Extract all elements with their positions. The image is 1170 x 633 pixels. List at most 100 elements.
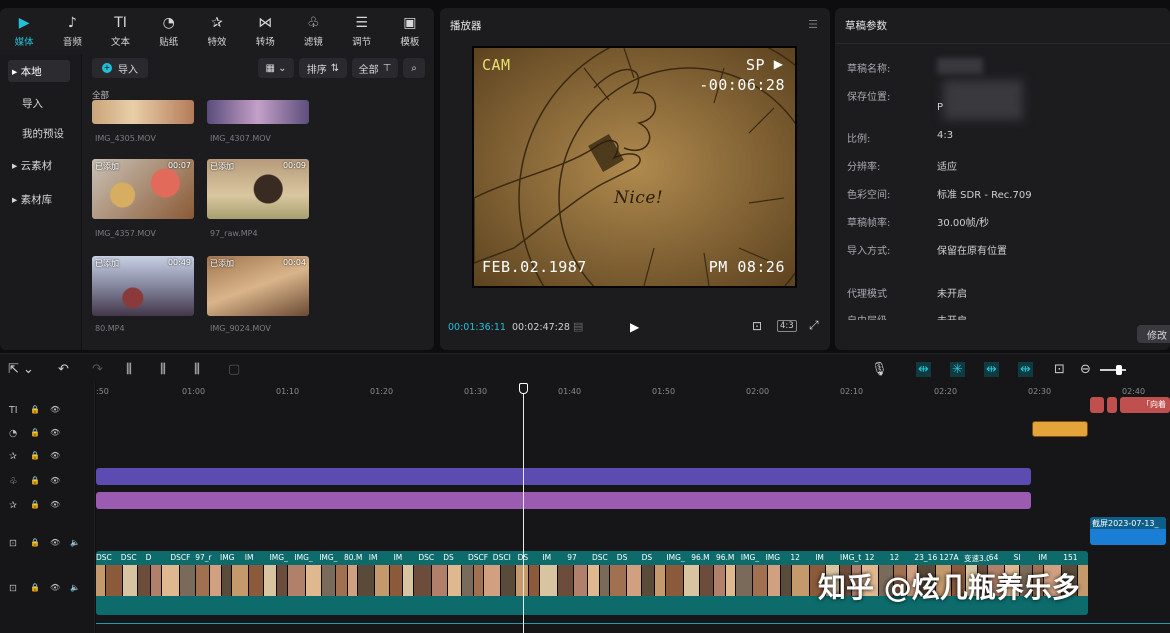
lock-icon[interactable]: 🔒 [30,451,40,460]
trim-left-icon[interactable]: ⫼ [160,362,166,377]
tab-media[interactable]: ▶ 媒体 [0,8,48,54]
tab-adjust[interactable]: ☰ 调节 [338,8,386,54]
text-clip[interactable] [1107,397,1117,413]
tab-template[interactable]: ▣ 模板 [386,8,434,54]
track-headers: TI 🔒 👁 ◔ 🔒 👁 ✰ 🔒 👁 ♧ 🔒 👁 ✰ 🔒 👁 ⊡ 🔒 👁 🔈 ⊡ 🔒 👁 🔈 [0,383,95,633]
sidebar-item-presets[interactable]: 我的预设 [8,122,70,144]
timeline-ruler[interactable]: :50 01:00 01:10 01:20 01:30 01:40 01:50 02:00 02… [96,383,1170,401]
clip-frame [588,565,600,596]
filter-button[interactable]: 全部 ⊤ [352,58,398,78]
clip-frame [666,565,684,596]
sidebar-item-import[interactable]: 导入 [8,92,70,114]
effect-track-icon: ✰ [9,500,17,511]
main-track-magnet-icon[interactable]: ⇹ [1018,362,1033,377]
sort-button[interactable]: 排序 ⇅ [299,58,347,78]
screenshot-label: 截屏2023-07-13_ [1092,519,1159,528]
modify-button[interactable]: 修改 [1137,325,1170,343]
media-thumb[interactable] [92,100,194,124]
text-clip[interactable]: 「向着 [1120,397,1170,413]
playhead-handle[interactable] [519,383,528,394]
redo-icon[interactable]: ↷ [92,362,103,377]
eye-icon[interactable]: 👁 [50,583,60,592]
link-icon[interactable]: ✳ [950,362,965,377]
clip-label: DSCI [492,553,511,562]
media-thumb[interactable]: 已添加 00:04 [207,256,309,316]
media-thumb[interactable] [207,100,309,124]
clip-label: 23_16 [914,553,938,562]
select-tool-icon[interactable]: ⇱ ⌄ [8,362,34,377]
lock-icon[interactable]: 🔒 [30,538,40,547]
menu-icon[interactable]: ☰ [808,18,818,31]
lock-icon[interactable]: 🔒 [30,428,40,437]
tab-text[interactable]: TI 文本 [96,8,144,54]
tab-label: 音频 [62,36,82,48]
undo-icon[interactable]: ↶ [58,362,69,377]
lock-icon[interactable]: 🔒 [30,476,40,485]
filter-label: 全部 [358,64,379,76]
split-icon[interactable]: ⫼ [126,362,132,377]
screenshot-clip[interactable]: 截屏2023-07-13_ [1090,517,1166,545]
lock-icon[interactable]: 🔒 [30,500,40,509]
delete-icon[interactable]: ▢ [228,362,240,377]
ratio-button[interactable]: 4:3 [777,320,797,332]
tab-transition[interactable]: ⋈ 转场 [241,8,289,54]
zoom-slider[interactable] [1100,365,1126,375]
fit-icon[interactable]: ⊡ [752,319,762,333]
filter-clip[interactable] [96,468,1031,485]
lock-icon[interactable]: 🔒 [30,405,40,414]
eye-icon[interactable]: 👁 [50,500,60,509]
view-toggle-button[interactable]: ▦ ⌄ [258,58,294,78]
preview-axis-icon[interactable]: ⇹ [984,362,999,377]
media-thumb[interactable]: 已添加 00:09 [207,159,309,219]
clip-frame [627,565,642,596]
caption-icon[interactable]: ⊡ [1054,362,1065,377]
tab-label: 媒体 [14,36,34,48]
effect-clip[interactable] [96,492,1031,509]
zoom-out-icon[interactable]: ⊖ [1080,362,1091,377]
sidebar-item-cloud[interactable]: ▸ 云素材 [8,154,70,176]
trim-right-icon[interactable]: ⫼ [194,362,200,377]
track-header: ⊡ 🔒 👁 🔈 [0,579,95,601]
eye-icon[interactable]: 👁 [50,538,60,547]
clip-label: IMG [220,553,235,562]
tab-audio[interactable]: ♪ 音频 [48,8,96,54]
mute-icon[interactable]: 🔈 [70,538,80,547]
eye-icon[interactable]: 👁 [50,428,60,437]
param-label: 草稿帧率: [847,218,891,229]
media-name: 80.MP4 [95,324,125,333]
media-name: 97_raw.MP4 [210,229,258,238]
clip-frame [264,565,277,596]
duration-label: 00:49 [167,258,191,267]
media-thumb[interactable]: 已添加 00:49 [92,256,194,316]
zoom-slider-thumb[interactable] [1116,365,1122,375]
clip-frame [162,565,180,596]
eye-icon[interactable]: 👁 [50,405,60,414]
sticker-clip[interactable] [1032,421,1088,437]
ruler-label: :50 [96,387,109,396]
waveform-icon[interactable]: ▤ [573,320,583,333]
sidebar-item-local[interactable]: ▸ 本地 [8,60,70,82]
eye-icon[interactable]: 👁 [50,476,60,485]
clip-frame [655,565,666,596]
text-clip[interactable] [1090,397,1104,413]
clip-frame [642,565,655,596]
clip-label: IM [815,553,824,562]
tab-effects[interactable]: ✰ 特效 [193,8,241,54]
eye-icon[interactable]: 👁 [50,451,60,460]
ruler-label: 01:50 [652,387,676,396]
text-clip-label: 「向着 [1142,400,1166,409]
media-thumb[interactable]: 已添加 00:07 [92,159,194,219]
mute-icon[interactable]: 🔈 [70,583,80,592]
play-button[interactable]: ▶ [630,320,639,334]
sidebar-item-library[interactable]: ▸ 素材库 [8,188,70,210]
tab-filter[interactable]: ♧ 滤镜 [289,8,337,54]
snap-icon[interactable]: ⇹ [916,362,931,377]
search-button[interactable]: ⌕ [403,58,425,78]
clip-frame [474,565,484,596]
mic-icon[interactable]: 🎙 [871,362,888,377]
playhead[interactable] [523,383,524,633]
import-button[interactable]: + 导入 [92,58,148,78]
tab-sticker[interactable]: ◔ 贴纸 [145,8,193,54]
fullscreen-icon[interactable]: ⤢ [809,318,819,333]
lock-icon[interactable]: 🔒 [30,583,40,592]
